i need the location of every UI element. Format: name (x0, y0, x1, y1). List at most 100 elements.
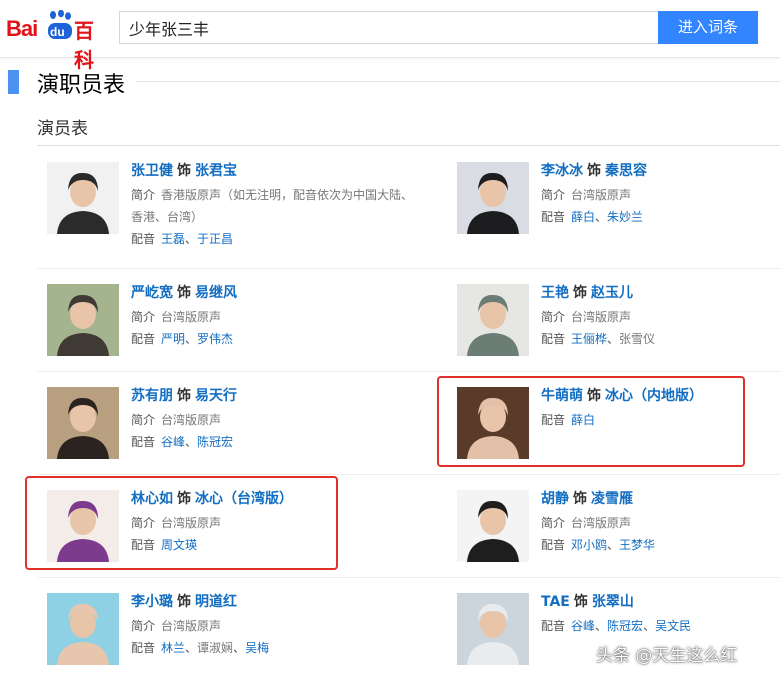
actor-photo[interactable] (47, 593, 119, 665)
voice-actor-link[interactable]: 严明 (161, 332, 185, 346)
voice-actor-link[interactable]: 谷峰 (571, 619, 595, 633)
plays-as-text: 饰 (177, 388, 191, 404)
intro-line: 简介 台湾版原声 (541, 306, 780, 328)
intro-label: 简介 (131, 188, 156, 202)
intro-line: 简介 台湾版原声 (131, 615, 411, 637)
name-line: 王艳饰赵玉儿 (541, 284, 780, 306)
cast-subtitle: 演员表 (37, 119, 88, 139)
baidu-baike-logo[interactable]: Bai du 百科 (6, 10, 110, 72)
cast-card: TAE 饰张翠山 配音 谷峰、陈冠宏、吴文民 (457, 593, 780, 680)
actor-photo[interactable] (47, 284, 119, 356)
enter-entry-button[interactable]: 进入词条 (658, 11, 758, 44)
voice-actor-link[interactable]: 吴梅 (245, 641, 269, 655)
voice-separator: 、 (595, 619, 608, 633)
actor-name-link[interactable]: 胡静 (541, 491, 569, 507)
voice-actor-link[interactable]: 吴文民 (655, 619, 691, 633)
voice-actor-link[interactable]: 林兰 (161, 641, 185, 655)
voice-actor-link[interactable]: 谷峰 (161, 435, 185, 449)
actor-name-link[interactable]: 苏有朋 (131, 388, 173, 404)
role-name-link[interactable]: 赵玉儿 (591, 285, 633, 301)
voice-actor-name: 张雪仪 (619, 332, 656, 346)
voice-separator: 、 (185, 232, 198, 246)
name-line: 严屹宽饰易继风 (131, 284, 411, 306)
voice-line: 配音 薛白、朱妙兰 (541, 206, 780, 228)
actor-name-link[interactable]: 王艳 (541, 285, 569, 301)
voice-actor-link[interactable]: 陈冠宏 (197, 435, 233, 449)
intro-line: 简介 台湾版原声 (541, 184, 780, 206)
voice-label: 配音 (541, 619, 566, 633)
intro-text: 香港版原声（如无注明，配音依次为中国大陆、香港、台湾） (131, 188, 414, 224)
voice-actor-link[interactable]: 王磊 (161, 232, 185, 246)
voice-actor-link[interactable]: 王俪桦 (571, 332, 607, 346)
actor-name-link[interactable]: 张卫健 (131, 163, 173, 179)
actor-name-link[interactable]: 李小璐 (131, 594, 173, 610)
section-divider (136, 81, 780, 82)
voice-line: 配音 王俪桦、张雪仪 (541, 328, 780, 350)
intro-label: 简介 (541, 188, 566, 202)
plays-as-text: 饰 (587, 163, 601, 179)
watermark: 头条 @天生这么红 (596, 646, 738, 666)
plays-as-text: 饰 (177, 163, 191, 179)
actor-photo[interactable] (457, 593, 529, 665)
role-name-link[interactable]: 明道红 (195, 594, 237, 610)
section-accent-bar (8, 70, 19, 94)
voice-actor-link[interactable]: 朱妙兰 (607, 210, 643, 224)
intro-text: 台湾版原声 (161, 413, 222, 427)
voice-label: 配音 (541, 210, 566, 224)
voice-line: 配音 严明、罗伟杰 (131, 328, 411, 350)
voice-separator: 、 (607, 332, 620, 346)
logo-baike-text: 百科 (74, 19, 94, 72)
name-line: 李小璐饰明道红 (131, 593, 411, 615)
actor-name-link[interactable]: 李冰冰 (541, 163, 583, 179)
actor-photo[interactable] (457, 284, 529, 356)
intro-label: 简介 (131, 310, 156, 324)
plays-as-text: 饰 (177, 285, 191, 301)
intro-line: 简介 香港版原声（如无注明，配音依次为中国大陆、香港、台湾） (131, 184, 421, 228)
role-name-link[interactable]: 凌雪雁 (591, 491, 633, 507)
actor-name-link[interactable]: 严屹宽 (131, 285, 173, 301)
actor-photo[interactable] (47, 162, 119, 234)
cast-card: 李冰冰饰秦思容 简介 台湾版原声 配音 薛白、朱妙兰 (457, 162, 780, 252)
search-input[interactable] (119, 11, 659, 44)
cast-card: 张卫健饰张君宝简介 香港版原声（如无注明，配音依次为中国大陆、香港、台湾） 配音 王磊… (47, 162, 413, 252)
intro-label: 简介 (131, 413, 156, 427)
voice-separator: 、 (643, 619, 656, 633)
voice-line: 配音 邓小鸥、王梦华 (541, 534, 780, 556)
voice-actor-link[interactable]: 薛白 (571, 210, 595, 224)
voice-label: 配音 (131, 332, 156, 346)
name-line: 张卫健饰张君宝 (131, 162, 411, 184)
voice-separator: 、 (185, 641, 198, 655)
name-line: 李冰冰饰秦思容 (541, 162, 780, 184)
role-name-link[interactable]: 易继风 (195, 285, 237, 301)
section-title: 演职员表 (37, 73, 126, 98)
name-line: 苏有朋饰易天行 (131, 387, 411, 409)
voice-actor-link[interactable]: 邓小鸥 (571, 538, 607, 552)
voice-actor-name: 谭淑娴 (197, 641, 234, 655)
role-name-link[interactable]: 张翠山 (592, 594, 634, 610)
voice-actor-link[interactable]: 陈冠宏 (607, 619, 643, 633)
cast-info: 胡静饰凌雪雁 简介 台湾版原声 配音 邓小鸥、王梦华 (541, 490, 780, 556)
role-name-link[interactable]: 易天行 (195, 388, 237, 404)
voice-actor-link[interactable]: 罗伟杰 (197, 332, 233, 346)
cast-info: 李小璐饰明道红 简介 台湾版原声 配音 林兰、谭淑娴、吴梅 (131, 593, 411, 659)
voice-line: 配音 林兰、谭淑娴、吴梅 (131, 637, 411, 659)
name-line: TAE 饰张翠山 (541, 593, 780, 615)
voice-actor-link[interactable]: 王梦华 (619, 538, 655, 552)
role-name-link[interactable]: 张君宝 (195, 163, 237, 179)
actor-photo[interactable] (457, 490, 529, 562)
voice-actor-link[interactable]: 于正昌 (197, 232, 233, 246)
voice-line: 配音 谷峰、陈冠宏 (131, 431, 411, 453)
intro-line: 简介 台湾版原声 (131, 306, 411, 328)
voice-line: 配音 王磊、于正昌 (131, 228, 411, 250)
actor-photo[interactable] (47, 387, 119, 459)
voice-separator: 、 (185, 435, 198, 449)
actor-name-link[interactable]: TAE (541, 594, 570, 610)
actor-photo[interactable] (457, 162, 529, 234)
plays-as-text: 饰 (573, 285, 587, 301)
role-name-link[interactable]: 秦思容 (605, 163, 647, 179)
voice-separator: 、 (185, 332, 198, 346)
voice-separator: 、 (607, 538, 620, 552)
intro-label: 简介 (541, 310, 566, 324)
cast-card: 胡静饰凌雪雁 简介 台湾版原声 配音 邓小鸥、王梦华 (457, 490, 780, 580)
intro-text: 台湾版原声 (571, 310, 632, 324)
